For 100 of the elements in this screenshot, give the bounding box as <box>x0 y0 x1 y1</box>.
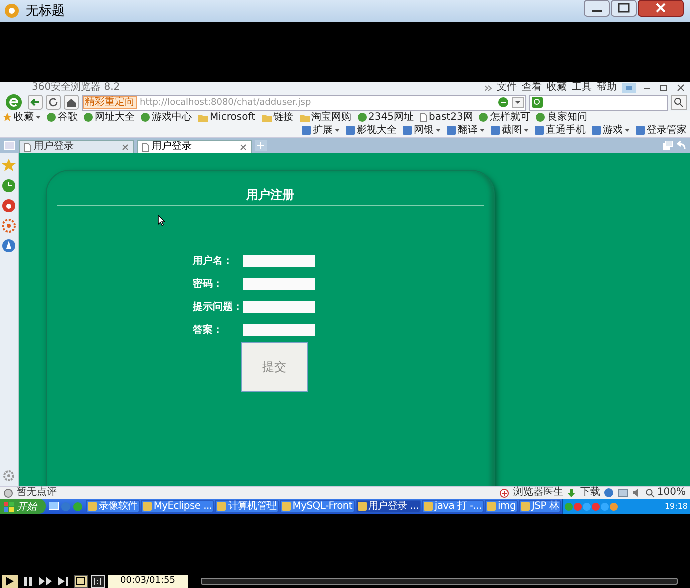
input-field[interactable] <box>243 300 315 312</box>
field-label: 答案： <box>193 323 224 336</box>
home-button[interactable] <box>64 95 79 110</box>
sidebar-toggle-button[interactable] <box>4 140 16 150</box>
app-icon <box>88 502 97 511</box>
start-button[interactable]: 开始 <box>0 499 46 514</box>
app-icon <box>217 502 226 511</box>
taskbar-button[interactable]: 用户登录 ... <box>356 500 421 513</box>
folder-icon <box>300 114 310 122</box>
clock-icon[interactable] <box>2 179 16 193</box>
star-icon <box>3 113 12 122</box>
search-engine-icon <box>532 97 543 108</box>
bookmark-item[interactable]: 登录管家 <box>636 124 687 136</box>
fast-forward-button[interactable] <box>38 575 54 588</box>
bookmark-item[interactable]: 2345网址 <box>358 112 414 124</box>
close-button[interactable] <box>638 0 684 17</box>
bookmark-item[interactable]: 影视大全 <box>346 124 397 136</box>
fit-window-button[interactable] <box>74 575 88 588</box>
star-icon[interactable] <box>2 159 16 173</box>
input-field[interactable] <box>243 254 315 266</box>
browser-logo-icon <box>3 94 25 111</box>
seek-bar[interactable] <box>201 578 678 585</box>
browser-tab[interactable]: 用户登录 <box>137 140 252 153</box>
zoom-control[interactable]: 100% <box>646 487 686 499</box>
bookmark-item[interactable]: 游戏 <box>592 124 630 136</box>
field-label: 密码： <box>193 278 224 290</box>
settings-icon[interactable] <box>3 470 15 482</box>
bookmark-item[interactable]: 直通手机 <box>535 124 586 136</box>
refresh-button[interactable] <box>46 95 61 110</box>
skin-button[interactable] <box>622 83 636 93</box>
input-field[interactable] <box>243 278 315 290</box>
maximize-button[interactable] <box>611 0 637 17</box>
folder-icon <box>262 114 272 122</box>
menu-item[interactable]: 文件 <box>497 82 517 94</box>
bookmark-item[interactable]: 翻译 <box>447 124 485 136</box>
chevron-icon <box>485 84 492 92</box>
bookmark-item[interactable]: bast23网 <box>420 112 474 124</box>
bookmark-item[interactable]: 网址大全 <box>84 112 135 124</box>
browser-tab[interactable]: 用户登录 <box>19 140 134 153</box>
form-title: 用户注册 <box>246 187 296 203</box>
clock-text: 19:18 <box>664 502 688 511</box>
app-logo-icon <box>4 3 20 19</box>
pause-button[interactable] <box>21 575 35 588</box>
field-label: 用户名： <box>193 254 234 268</box>
app-icon <box>358 502 367 511</box>
app-icon <box>142 502 152 511</box>
status-text: 暂无点评 <box>17 487 57 499</box>
bookmark-item[interactable]: 谷歌 <box>47 112 78 124</box>
browser-title: 360安全浏览器 8.2 <box>32 82 120 94</box>
taskbar-button[interactable]: img <box>485 500 518 513</box>
windows-logo-icon <box>4 502 14 512</box>
close-icon[interactable] <box>122 144 129 150</box>
taskbar-button[interactable]: MySQL-Front <box>280 500 355 513</box>
app-icon <box>521 502 530 511</box>
bookmark-item[interactable]: 截图 <box>491 124 529 136</box>
download-icon <box>567 488 576 498</box>
bookmark-item[interactable]: 游戏中心 <box>141 112 192 124</box>
step-forward-button[interactable] <box>57 575 71 588</box>
doctor-link[interactable]: 浏览器医生 <box>513 487 564 499</box>
bookmark-item[interactable]: 良家知问 <box>536 112 588 124</box>
input-field[interactable] <box>243 324 315 336</box>
search-icon[interactable] <box>671 95 687 110</box>
menu-item[interactable]: 收藏 <box>547 82 567 94</box>
bookmark-item[interactable]: 链接 <box>262 112 294 124</box>
minimize-button[interactable] <box>584 0 610 17</box>
url-text: http://localhost:8080/chat/adduser.jsp <box>140 98 312 108</box>
page-icon <box>142 142 149 152</box>
play-button[interactable] <box>2 575 18 588</box>
bookmark-item[interactable]: 怎样就可 <box>479 112 530 124</box>
menu-item[interactable]: 工具 <box>572 82 592 94</box>
taskbar-button[interactable]: java 打 -... <box>422 500 484 513</box>
taskbar-button[interactable]: 计算机管理 <box>215 500 279 513</box>
app-icon <box>424 502 433 511</box>
redirect-badge: 精彩重定向 <box>83 96 137 109</box>
page-icon <box>420 113 427 122</box>
download-link[interactable]: 下载 <box>580 487 600 499</box>
search-field[interactable] <box>529 94 668 110</box>
close-icon[interactable] <box>240 144 247 150</box>
bookmark-item[interactable]: 扩展 <box>302 124 340 136</box>
menu-item[interactable]: 查看 <box>522 82 542 94</box>
time-display: 00:03/01:55 <box>108 575 188 588</box>
compass-icon[interactable] <box>2 239 16 253</box>
caret-icon[interactable] <box>512 97 524 108</box>
window-icon[interactable] <box>618 488 628 498</box>
back-button[interactable] <box>28 95 43 110</box>
menu-item[interactable]: 帮助 <box>597 82 617 94</box>
magnifier-icon <box>646 488 656 498</box>
close-button[interactable] <box>675 83 687 93</box>
target-icon[interactable] <box>2 219 16 233</box>
bookmark-item[interactable]: Microsoft <box>198 112 256 124</box>
status-icon <box>4 488 13 498</box>
actual-size-button[interactable] <box>91 575 105 588</box>
restore-button[interactable] <box>658 83 670 93</box>
bookmark-item[interactable]: 淘宝网购 <box>300 112 352 124</box>
taskbar-button[interactable]: JSP 林 <box>519 500 562 513</box>
taskbar-button[interactable]: MyEclipse ... <box>140 500 214 513</box>
bookmark-item[interactable]: 收藏 <box>3 112 41 124</box>
bookmark-item[interactable]: 网银 <box>403 124 441 136</box>
desktop-icon[interactable] <box>49 502 59 512</box>
taskbar-button[interactable]: 录像软件 <box>86 500 140 513</box>
